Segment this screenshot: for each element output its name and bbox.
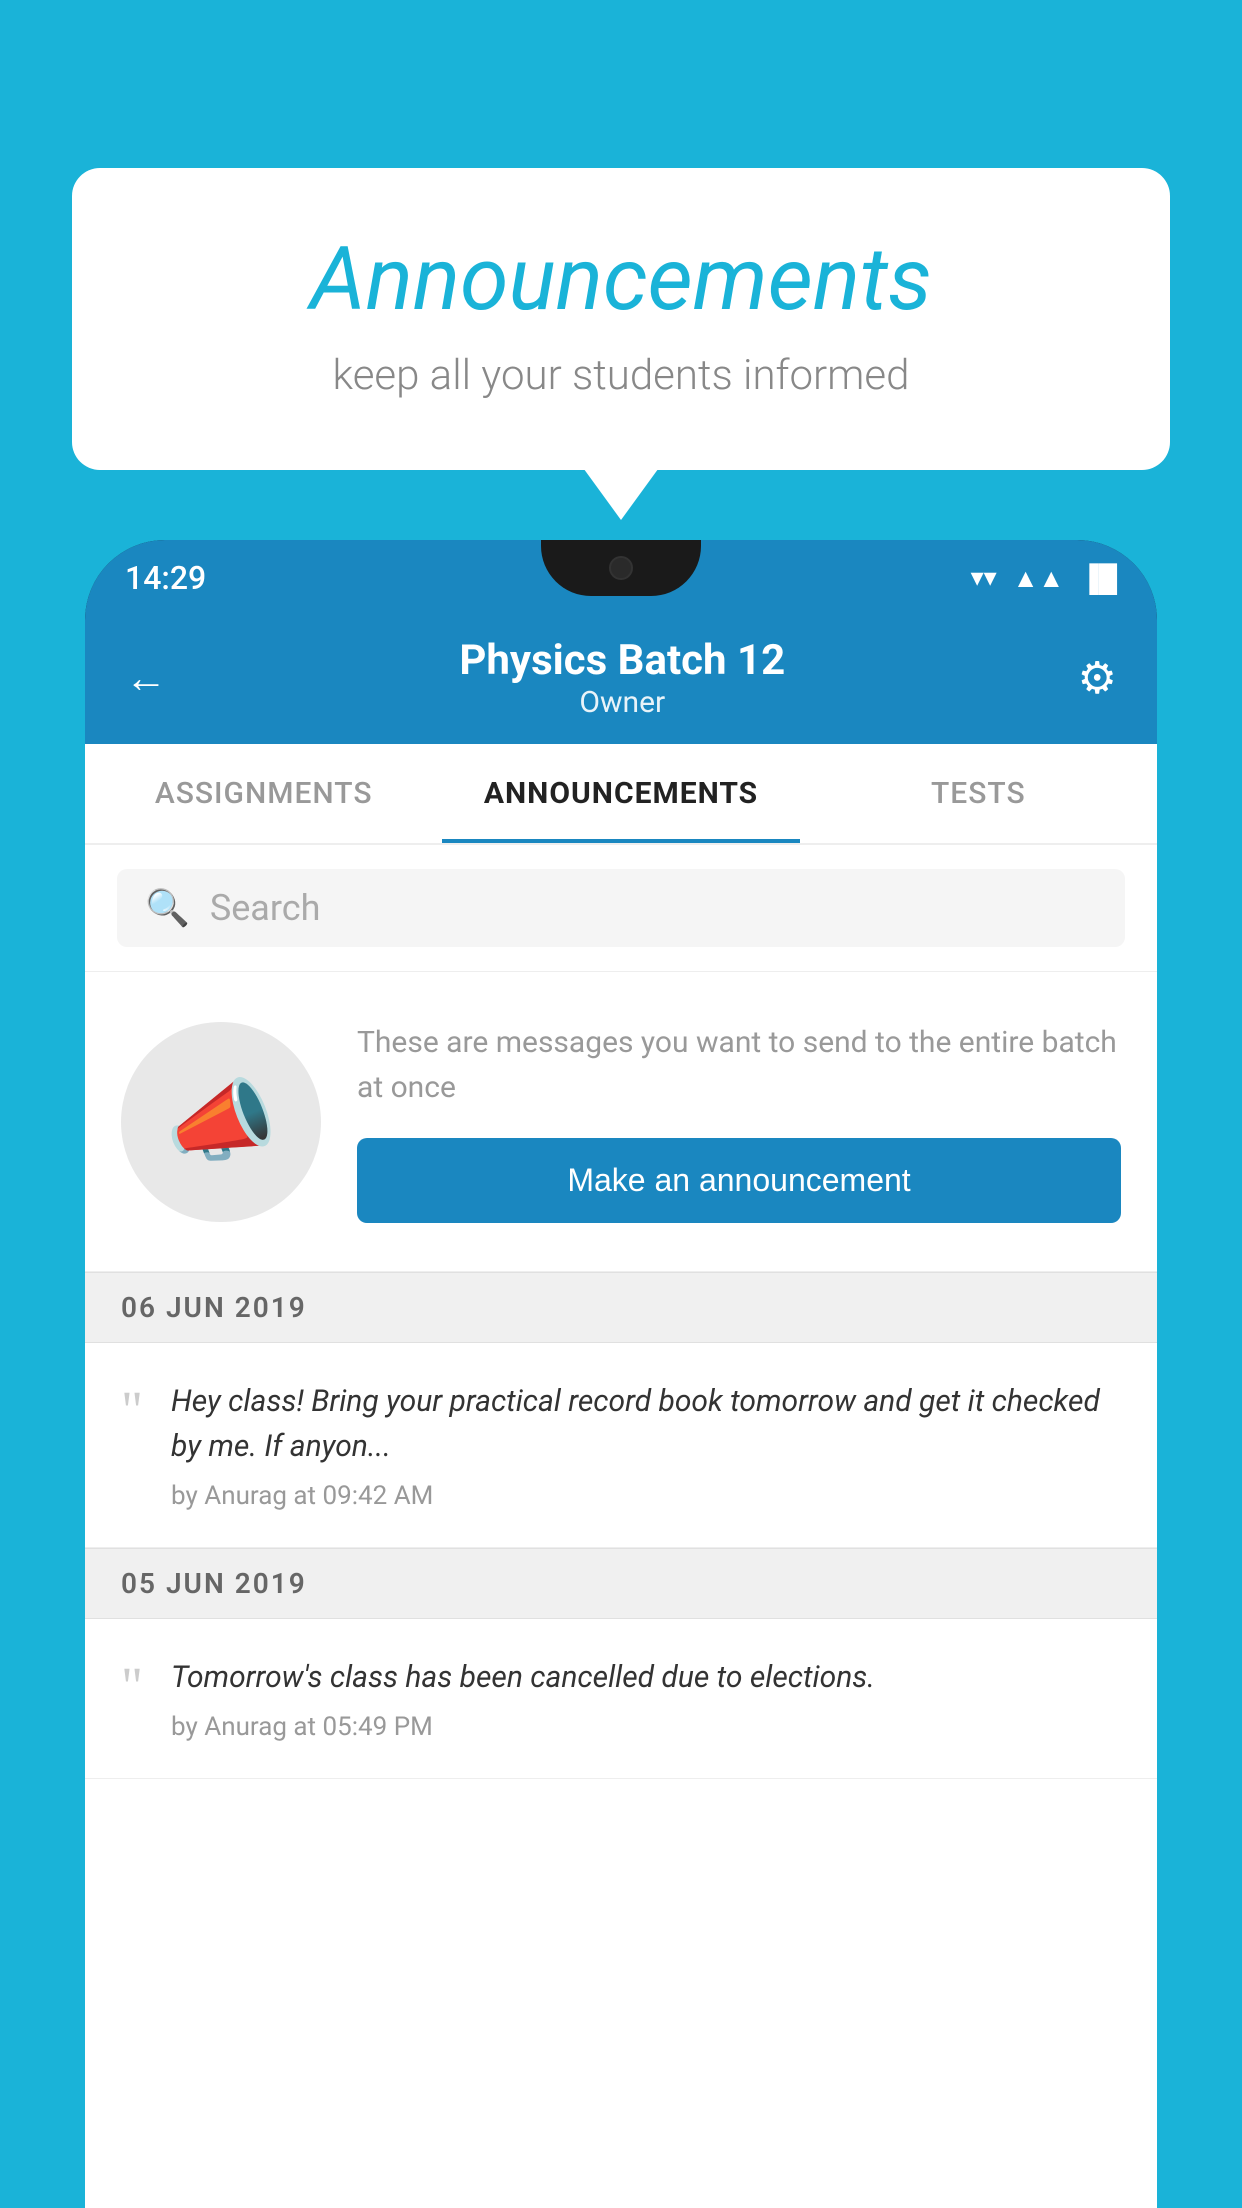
announcement-message-1: Hey class! Bring your practical record b… bbox=[171, 1379, 1121, 1469]
announcement-item-1[interactable]: " Hey class! Bring your practical record… bbox=[85, 1343, 1157, 1548]
quote-icon-1: " bbox=[121, 1383, 143, 1437]
announcement-empty-state: 📣 These are messages you want to send to… bbox=[85, 972, 1157, 1272]
tab-announcements[interactable]: ANNOUNCEMENTS bbox=[442, 744, 799, 843]
make-announcement-button[interactable]: Make an announcement bbox=[357, 1138, 1121, 1223]
announcement-meta-2: by Anurag at 05:49 PM bbox=[171, 1712, 1121, 1742]
front-camera bbox=[609, 556, 633, 580]
announcement-item-2[interactable]: " Tomorrow's class has been cancelled du… bbox=[85, 1619, 1157, 1779]
batch-role: Owner bbox=[459, 685, 785, 720]
announcement-icon-circle: 📣 bbox=[121, 1022, 321, 1222]
phone-container: 14:29 ▾▾ ▲▲ ▐█ ← Physics Batch 12 Owner … bbox=[85, 540, 1157, 2208]
bubble-title: Announcements bbox=[152, 228, 1090, 331]
date-separator-1: 06 JUN 2019 bbox=[85, 1272, 1157, 1343]
empty-state-right: These are messages you want to send to t… bbox=[357, 1020, 1121, 1223]
status-bar: 14:29 ▾▾ ▲▲ ▐█ bbox=[85, 540, 1157, 616]
batch-title: Physics Batch 12 bbox=[459, 636, 785, 685]
signal-icon: ▲▲ bbox=[1013, 563, 1064, 594]
wifi-icon: ▾▾ bbox=[971, 563, 997, 593]
search-input-wrap[interactable]: 🔍 Search bbox=[117, 869, 1125, 947]
status-time: 14:29 bbox=[125, 559, 206, 597]
back-button[interactable]: ← bbox=[125, 654, 167, 703]
tab-assignments[interactable]: ASSIGNMENTS bbox=[85, 744, 442, 843]
settings-icon[interactable]: ⚙ bbox=[1078, 652, 1117, 704]
announcement-meta-1: by Anurag at 09:42 AM bbox=[171, 1481, 1121, 1511]
search-bar: 🔍 Search bbox=[85, 845, 1157, 972]
bubble-subtitle: keep all your students informed bbox=[152, 351, 1090, 400]
battery-icon: ▐█ bbox=[1080, 563, 1117, 594]
announcement-text-block-1: Hey class! Bring your practical record b… bbox=[171, 1379, 1121, 1511]
app-header: ← Physics Batch 12 Owner ⚙ bbox=[85, 616, 1157, 744]
phone-frame: 14:29 ▾▾ ▲▲ ▐█ ← Physics Batch 12 Owner … bbox=[85, 540, 1157, 2208]
announcement-text-block-2: Tomorrow's class has been cancelled due … bbox=[171, 1655, 1121, 1742]
app-content: 🔍 Search 📣 These are messages you want t… bbox=[85, 845, 1157, 2208]
empty-state-text: These are messages you want to send to t… bbox=[357, 1020, 1121, 1110]
tabs-bar: ASSIGNMENTS ANNOUNCEMENTS TESTS bbox=[85, 744, 1157, 845]
quote-icon-2: " bbox=[121, 1659, 143, 1713]
tab-tests[interactable]: TESTS bbox=[800, 744, 1157, 843]
header-center: Physics Batch 12 Owner bbox=[459, 636, 785, 720]
megaphone-icon: 📣 bbox=[165, 1069, 277, 1174]
status-icons: ▾▾ ▲▲ ▐█ bbox=[971, 563, 1117, 594]
speech-bubble: Announcements keep all your students inf… bbox=[72, 168, 1170, 470]
date-separator-2: 05 JUN 2019 bbox=[85, 1548, 1157, 1619]
announcement-message-2: Tomorrow's class has been cancelled due … bbox=[171, 1655, 1121, 1700]
search-icon: 🔍 bbox=[145, 887, 190, 929]
speech-bubble-section: Announcements keep all your students inf… bbox=[72, 168, 1170, 470]
search-placeholder: Search bbox=[210, 887, 321, 929]
notch bbox=[541, 540, 701, 596]
